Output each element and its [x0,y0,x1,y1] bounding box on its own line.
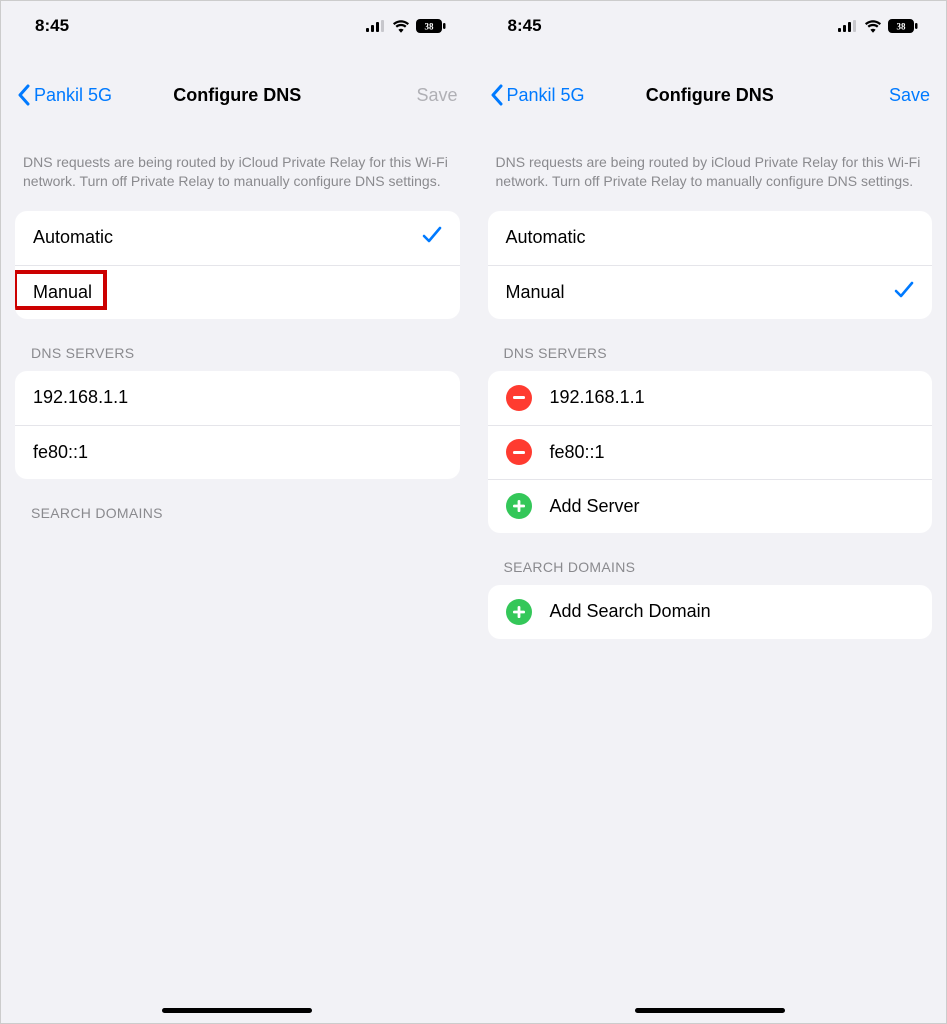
status-time: 8:45 [508,16,542,36]
back-button[interactable]: Pankil 5G [17,84,117,106]
dns-mode-group: Automatic Manual [488,211,933,319]
add-server-label: Add Server [550,496,915,517]
option-label: Automatic [33,227,422,248]
check-icon [894,281,914,304]
check-icon [422,226,442,249]
dns-servers-group: 192.168.1.1 fe80::1 Add Server [488,371,933,533]
phone-left: 8:45 38 Pankil 5G Configure DNS Save DNS… [1,1,474,1023]
battery-icon: 38 [888,19,918,33]
option-label: Manual [33,282,442,303]
content: DNS requests are being routed by iCloud … [474,117,947,639]
add-icon[interactable] [506,599,532,625]
save-button[interactable]: Save [870,85,930,106]
add-search-domain-label: Add Search Domain [550,601,915,622]
server-row[interactable]: fe80::1 [15,425,460,479]
chevron-left-icon [490,84,503,106]
home-indicator[interactable] [162,1008,312,1013]
add-search-domain-row[interactable]: Add Search Domain [488,585,933,639]
private-relay-info: DNS requests are being routed by iCloud … [1,153,474,211]
search-domains-header: SEARCH DOMAINS [474,533,947,585]
content: DNS requests are being routed by iCloud … [1,117,474,531]
add-icon[interactable] [506,493,532,519]
delete-icon[interactable] [506,385,532,411]
server-row[interactable]: 192.168.1.1 [488,371,933,425]
wifi-icon [392,20,410,33]
status-bar: 8:45 38 [474,1,947,51]
status-right: 38 [366,19,446,33]
dns-servers-group: 192.168.1.1 fe80::1 [15,371,460,479]
server-row[interactable]: fe80::1 [488,425,933,479]
back-button[interactable]: Pankil 5G [490,84,590,106]
server-value: 192.168.1.1 [550,387,915,408]
home-indicator[interactable] [635,1008,785,1013]
back-label: Pankil 5G [34,85,112,106]
option-label: Automatic [506,227,915,248]
save-button[interactable]: Save [398,85,458,106]
signal-icon [838,20,858,32]
server-value: 192.168.1.1 [33,387,442,408]
server-row[interactable]: 192.168.1.1 [15,371,460,425]
wifi-icon [864,20,882,33]
search-domains-group: Add Search Domain [488,585,933,639]
option-manual[interactable]: Manual [15,265,460,319]
chevron-left-icon [17,84,30,106]
status-bar: 8:45 38 [1,1,474,51]
dns-mode-group: Automatic Manual [15,211,460,319]
add-server-row[interactable]: Add Server [488,479,933,533]
svg-text:38: 38 [424,22,434,32]
option-automatic[interactable]: Automatic [488,211,933,265]
status-time: 8:45 [35,16,69,36]
status-right: 38 [838,19,918,33]
option-manual[interactable]: Manual [488,265,933,319]
server-value: fe80::1 [550,442,915,463]
option-automatic[interactable]: Automatic [15,211,460,265]
signal-icon [366,20,386,32]
private-relay-info: DNS requests are being routed by iCloud … [474,153,947,211]
nav-bar: Pankil 5G Configure DNS Save [1,73,474,117]
dns-servers-header: DNS SERVERS [1,319,474,371]
phone-right: 8:45 38 Pankil 5G Configure DNS Save DNS… [474,1,947,1023]
battery-icon: 38 [416,19,446,33]
server-value: fe80::1 [33,442,442,463]
search-domains-header: SEARCH DOMAINS [1,479,474,531]
dns-servers-header: DNS SERVERS [474,319,947,371]
delete-icon[interactable] [506,439,532,465]
svg-text:38: 38 [897,22,907,32]
option-label: Manual [506,282,895,303]
back-label: Pankil 5G [507,85,585,106]
nav-bar: Pankil 5G Configure DNS Save [474,73,947,117]
